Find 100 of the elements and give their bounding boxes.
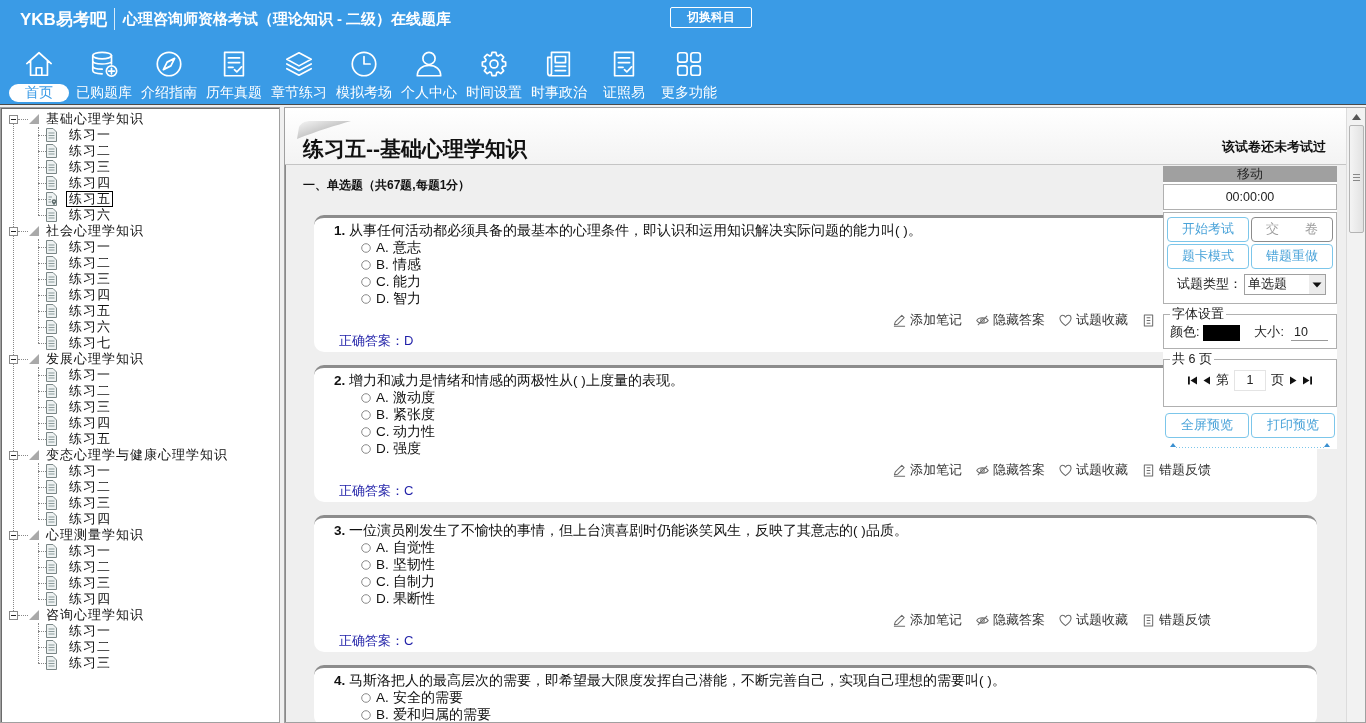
option-text[interactable]: B. 爱和归属的需要 [376,706,491,722]
triangle-icon [29,226,39,236]
tree-category[interactable]: 变态心理学与健康心理学知识 [46,447,228,463]
radio-button[interactable] [361,409,371,420]
option-text[interactable]: A. 安全的需要 [376,689,463,706]
radio-button[interactable] [361,259,371,270]
tree-category[interactable]: 咨询心理学知识 [46,607,144,623]
tree-item[interactable]: 练习三 [66,399,113,415]
tree-category[interactable]: 心理测量学知识 [46,527,144,543]
question-type-label: 试题类型： [1177,276,1242,293]
tree-item[interactable]: 练习一 [66,367,113,383]
option-text[interactable]: D. 果断性 [376,590,436,607]
option-text[interactable]: B. 紧张度 [376,406,435,423]
option-text[interactable]: D. 强度 [376,440,422,457]
tree-item[interactable]: 练习二 [66,559,113,575]
tree-item[interactable]: 练习二 [66,479,113,495]
favorite-button[interactable]: 试题收藏 [1059,312,1128,328]
collapse-icon[interactable] [9,114,18,124]
radio-button[interactable] [361,242,371,253]
tree-item[interactable]: 练习一 [66,463,113,479]
tree-item[interactable]: 练习二 [66,639,113,655]
tree-item[interactable]: 练习三 [66,495,113,511]
tree-item[interactable]: 练习六 [66,319,113,335]
document-icon [46,320,57,334]
radio-button[interactable] [361,709,371,720]
font-size-field[interactable]: 10 [1290,324,1328,341]
scrollbar-track[interactable] [1346,108,1365,722]
option-text[interactable]: A. 意志 [376,239,421,256]
option-text[interactable]: B. 坚韧性 [376,556,435,573]
radio-button[interactable] [361,276,371,287]
tree-category[interactable]: 发展心理学知识 [46,351,144,367]
tree-item[interactable]: 练习三 [66,655,113,671]
tree-item[interactable]: 练习四 [66,415,113,431]
color-swatch-icon[interactable] [1203,324,1241,341]
radio-button[interactable] [361,576,371,587]
option-text[interactable]: C. 动力性 [376,423,436,440]
tree-item[interactable]: 练习三 [66,159,113,175]
first-page-icon[interactable] [1188,376,1197,385]
hide-answer-button[interactable]: 隐藏答案 [976,312,1045,328]
option-text[interactable]: B. 情感 [376,256,421,273]
tree-item[interactable]: 练习五 [66,191,113,207]
question-text: 2. 增力和减力是情绪和情感的两极性从( )上度量的表现。 [334,373,684,388]
tree-item[interactable]: 练习六 [66,207,113,223]
document-icon[interactable] [1142,313,1155,327]
option-text[interactable]: A. 自觉性 [376,539,435,556]
radio-button[interactable] [361,593,371,604]
hide-answer-button[interactable]: 隐藏答案 [976,612,1045,628]
feedback-button[interactable]: 错题反馈 [1142,612,1211,628]
tree-item[interactable]: 练习二 [66,143,113,159]
collapse-icon[interactable] [9,354,18,364]
add-note-button[interactable]: 添加笔记 [893,312,962,328]
collapse-icon[interactable] [9,530,18,540]
radio-button[interactable] [361,443,371,454]
tree-item[interactable]: 练习七 [66,335,113,351]
radio-button[interactable] [361,692,371,703]
favorite-button[interactable]: 试题收藏 [1059,612,1128,628]
tree-item[interactable]: 练习四 [66,175,113,191]
radio-button[interactable] [361,426,371,437]
last-page-icon[interactable] [1303,376,1312,385]
option-text[interactable]: C. 能力 [376,273,422,290]
tree-item[interactable]: 练习一 [66,543,113,559]
collapse-icon[interactable] [9,610,18,620]
option-text[interactable]: A. 激动度 [376,389,435,406]
option-text[interactable]: C. 自制力 [376,573,436,590]
add-note-button[interactable]: 添加笔记 [893,612,962,628]
radio-button[interactable] [361,559,371,570]
collapse-icon[interactable] [9,450,18,460]
option-text[interactable]: D. 智力 [376,290,422,307]
tree-item[interactable]: 练习一 [66,623,113,639]
tree-item[interactable]: 练习二 [66,255,113,271]
tree-item[interactable]: 练习一 [66,239,113,255]
tree-item[interactable]: 练习三 [66,575,113,591]
tree-item[interactable]: 练习一 [66,127,113,143]
move-handle[interactable]: 移动 [1163,166,1337,182]
radio-button[interactable] [361,392,371,403]
add-note-button[interactable]: 添加笔记 [893,462,962,478]
feedback-button[interactable]: 错题反馈 [1142,462,1211,478]
tree-item[interactable]: 练习五 [66,303,113,319]
tree-category[interactable]: 基础心理学知识 [46,111,144,127]
hide-answer-button[interactable]: 隐藏答案 [976,462,1045,478]
tree-item[interactable]: 练习四 [66,511,113,527]
document-icon [46,512,57,526]
eye-slash-icon [976,313,989,327]
tree-item[interactable]: 练习五 [66,431,113,447]
previous-page-icon[interactable] [1202,376,1211,385]
scroll-up-icon[interactable] [1351,114,1361,120]
collapse-icon[interactable] [9,226,18,236]
next-page-icon[interactable] [1289,376,1298,385]
tree-item[interactable]: 练习四 [66,591,113,607]
tree-item[interactable]: 练习三 [66,271,113,287]
favorite-button[interactable]: 试题收藏 [1059,462,1128,478]
collapse-handle-icon[interactable] [1168,441,1332,449]
tree-item[interactable]: 练习四 [66,287,113,303]
scroll-thumb[interactable] [1348,125,1364,233]
radio-button[interactable] [361,293,371,304]
tree-item[interactable]: 练习二 [66,383,113,399]
question-type-select[interactable]: 单选题 [1244,274,1326,295]
tree-category[interactable]: 社会心理学知识 [46,223,144,239]
page-field[interactable]: 1 [1234,370,1266,391]
radio-button[interactable] [361,542,371,553]
